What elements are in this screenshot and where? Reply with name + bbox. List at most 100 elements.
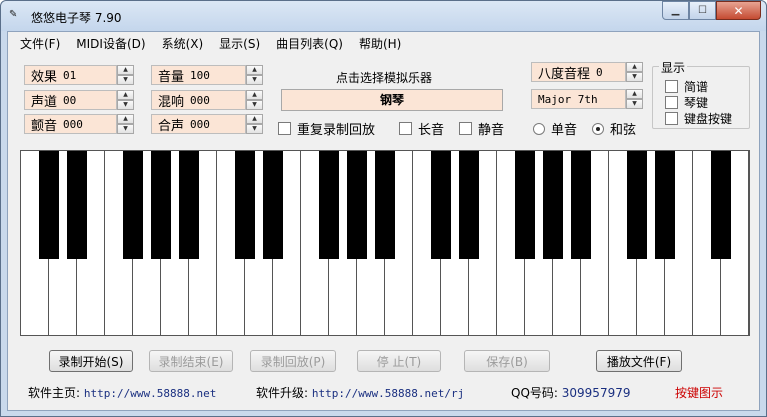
octave-label: 八度音程 bbox=[538, 66, 591, 82]
black-key[interactable] bbox=[654, 151, 676, 259]
show-keyboard-keys-checkbox[interactable]: 键盘按键 bbox=[665, 110, 732, 127]
spin-down-icon[interactable]: ▼ bbox=[246, 75, 263, 85]
black-key[interactable] bbox=[122, 151, 144, 259]
stop-button[interactable]: 停 止(T) bbox=[357, 350, 441, 372]
tremolo-value[interactable]: 000 bbox=[63, 118, 83, 131]
repeat-record-checkbox[interactable]: 重复录制回放 bbox=[278, 119, 375, 138]
menu-midi-device[interactable]: MIDI设备(D) bbox=[68, 35, 153, 52]
client-area: 文件(F) MIDI设备(D) 系统(X) 显示(S) 曲目列表(Q) 帮助(H… bbox=[7, 31, 760, 411]
effect-label: 效果 bbox=[31, 69, 58, 85]
homepage-label: 软件主页: bbox=[28, 386, 81, 400]
spin-up-icon[interactable]: ▲ bbox=[626, 89, 643, 99]
update-label: 软件升级: bbox=[256, 386, 309, 400]
black-key[interactable] bbox=[346, 151, 368, 259]
display-group-title: 显示 bbox=[659, 59, 688, 76]
octave-value[interactable]: 0 bbox=[596, 66, 603, 79]
effect-value[interactable]: 01 bbox=[63, 69, 76, 82]
menu-display[interactable]: 显示(S) bbox=[211, 35, 268, 52]
sustain-checkbox[interactable]: 长音 bbox=[399, 119, 444, 138]
black-key[interactable] bbox=[262, 151, 284, 259]
menu-file[interactable]: 文件(F) bbox=[12, 35, 68, 52]
qq-number: 309957979 bbox=[561, 386, 631, 400]
maximize-icon[interactable]: ☐ bbox=[689, 1, 716, 20]
menu-bar: 文件(F) MIDI设备(D) 系统(X) 显示(S) 曲目列表(Q) 帮助(H… bbox=[8, 32, 759, 54]
update-info: 软件升级: http://www.58888.net/rj bbox=[256, 384, 464, 401]
spin-down-icon[interactable]: ▼ bbox=[117, 124, 134, 134]
chorus-value[interactable]: 000 bbox=[190, 118, 210, 131]
record-playback-button[interactable]: 录制回放(P) bbox=[250, 350, 336, 372]
spin-up-icon[interactable]: ▲ bbox=[246, 90, 263, 100]
mute-checkbox[interactable]: 静音 bbox=[459, 119, 504, 138]
homepage-info: 软件主页: http://www.58888.net bbox=[28, 384, 216, 401]
show-numbered-notation-checkbox[interactable]: 简谱 bbox=[665, 78, 708, 95]
chorus-label: 合声 bbox=[158, 118, 185, 134]
effect-spinner[interactable]: 效果 01 ▲ ▼ bbox=[24, 65, 134, 85]
octave-spinner[interactable]: 八度音程 0 ▲ ▼ bbox=[531, 62, 643, 82]
black-key[interactable] bbox=[514, 151, 536, 259]
record-end-button[interactable]: 录制结束(E) bbox=[149, 350, 233, 372]
close-icon[interactable]: ✕ bbox=[716, 1, 761, 20]
spin-down-icon[interactable]: ▼ bbox=[626, 99, 643, 109]
black-key[interactable] bbox=[626, 151, 648, 259]
black-key[interactable] bbox=[150, 151, 172, 259]
key-map-link[interactable]: 按键图示 bbox=[675, 384, 723, 401]
black-key[interactable] bbox=[38, 151, 60, 259]
minimize-icon[interactable]: ▁ bbox=[662, 1, 689, 20]
spin-down-icon[interactable]: ▼ bbox=[117, 100, 134, 110]
tremolo-spinner[interactable]: 颤音 000 ▲ ▼ bbox=[24, 114, 134, 134]
black-key[interactable] bbox=[570, 151, 592, 259]
black-key[interactable] bbox=[430, 151, 452, 259]
spin-up-icon[interactable]: ▲ bbox=[246, 114, 263, 124]
volume-value[interactable]: 100 bbox=[190, 69, 210, 82]
spin-up-icon[interactable]: ▲ bbox=[117, 90, 134, 100]
play-file-button[interactable]: 播放文件(F) bbox=[596, 350, 682, 372]
chorus-spinner[interactable]: 合声 000 ▲ ▼ bbox=[151, 114, 263, 134]
menu-song-list[interactable]: 曲目列表(Q) bbox=[268, 35, 351, 52]
reverb-value[interactable]: 000 bbox=[190, 94, 210, 107]
volume-spinner[interactable]: 音量 100 ▲ ▼ bbox=[151, 65, 263, 85]
spin-down-icon[interactable]: ▼ bbox=[117, 75, 134, 85]
chord-type-spinner[interactable]: Major 7th ▲ ▼ bbox=[531, 89, 643, 109]
title-bar[interactable]: ✎ 悠悠电子琴 7.90 ▁ ☐ ✕ bbox=[1, 1, 766, 31]
spin-down-icon[interactable]: ▼ bbox=[246, 124, 263, 134]
qq-info: QQ号码: 309957979 bbox=[511, 384, 630, 401]
show-keys-checkbox[interactable]: 琴键 bbox=[665, 94, 708, 111]
channel-value[interactable]: 00 bbox=[63, 94, 76, 107]
window-controls: ▁ ☐ ✕ bbox=[662, 1, 761, 21]
homepage-link[interactable]: http://www.58888.net bbox=[84, 387, 216, 400]
app-window: ✎ 悠悠电子琴 7.90 ▁ ☐ ✕ 文件(F) MIDI设备(D) 系统(X)… bbox=[0, 0, 767, 417]
spin-up-icon[interactable]: ▲ bbox=[246, 65, 263, 75]
spin-up-icon[interactable]: ▲ bbox=[626, 62, 643, 72]
menu-help[interactable]: 帮助(H) bbox=[351, 35, 409, 52]
piano-keyboard[interactable] bbox=[20, 150, 750, 336]
black-key[interactable] bbox=[458, 151, 480, 259]
instrument-select[interactable]: 钢琴 bbox=[281, 89, 503, 111]
spin-up-icon[interactable]: ▲ bbox=[117, 65, 134, 75]
window-title: 悠悠电子琴 7.90 bbox=[31, 11, 122, 25]
black-key[interactable] bbox=[542, 151, 564, 259]
channel-spinner[interactable]: 声道 00 ▲ ▼ bbox=[24, 90, 134, 110]
black-key[interactable] bbox=[318, 151, 340, 259]
black-key[interactable] bbox=[66, 151, 88, 259]
record-start-button[interactable]: 录制开始(S) bbox=[49, 350, 133, 372]
menu-system[interactable]: 系统(X) bbox=[154, 35, 212, 52]
spin-down-icon[interactable]: ▼ bbox=[626, 72, 643, 82]
black-key[interactable] bbox=[374, 151, 396, 259]
chord-radio[interactable]: 和弦 bbox=[592, 119, 636, 138]
reverb-spinner[interactable]: 混响 000 ▲ ▼ bbox=[151, 90, 263, 110]
save-button[interactable]: 保存(B) bbox=[464, 350, 550, 372]
black-key[interactable] bbox=[178, 151, 200, 259]
instrument-prompt: 点击选择模拟乐器 bbox=[336, 71, 433, 85]
black-key[interactable] bbox=[234, 151, 256, 259]
tremolo-label: 颤音 bbox=[31, 118, 58, 134]
black-key[interactable] bbox=[710, 151, 732, 259]
app-logo-icon: ✎ bbox=[9, 9, 18, 20]
volume-label: 音量 bbox=[158, 69, 185, 85]
spin-down-icon[interactable]: ▼ bbox=[246, 100, 263, 110]
qq-label: QQ号码: bbox=[511, 386, 558, 400]
update-link[interactable]: http://www.58888.net/rj bbox=[312, 387, 464, 400]
reverb-label: 混响 bbox=[158, 94, 185, 110]
spin-up-icon[interactable]: ▲ bbox=[117, 114, 134, 124]
chord-type-value[interactable]: Major 7th bbox=[538, 93, 598, 106]
single-note-radio[interactable]: 单音 bbox=[533, 119, 577, 138]
